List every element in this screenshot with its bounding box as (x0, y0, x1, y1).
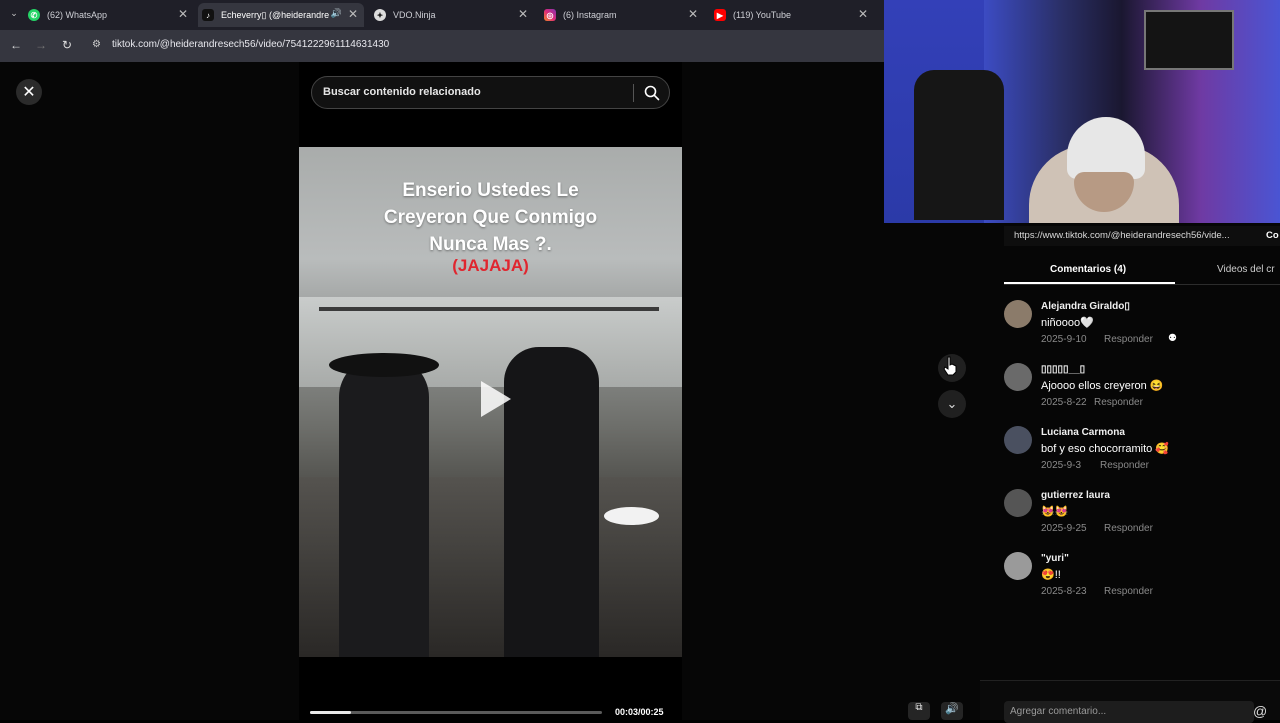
forward-icon[interactable]: → (33, 38, 49, 52)
white-hat (604, 507, 659, 525)
vdo-ninja-icon: ✦ (374, 9, 386, 21)
window-frame (319, 307, 659, 311)
comment-item: ▯▯▯▯▯__▯ Ajoooo ellos creyeron 😆 2025-8-… (1004, 363, 1274, 419)
video-caption-title: Enserio Ustedes Le Creyeron Que Conmigo … (383, 180, 598, 255)
tab-label: (119) YouTube (733, 10, 792, 20)
video-progress-fill (310, 711, 351, 714)
speaker-icon[interactable]: 🔊 (331, 8, 342, 19)
tab-search-chevron-icon[interactable]: ⌄ (6, 8, 22, 22)
comment-author[interactable]: Luciana Carmona (1041, 427, 1125, 438)
comment-author[interactable]: ▯▯▯▯▯__▯ (1041, 364, 1085, 375)
site-info-icon[interactable]: ⚙ (92, 39, 101, 50)
tab-close-icon[interactable]: ✕ (518, 7, 528, 21)
tab-creator-videos[interactable]: Videos del cr (1217, 264, 1275, 275)
whatsapp-icon: ✆ (28, 9, 40, 21)
share-link-row: https://www.tiktok.com/@heiderandresech5… (1004, 226, 1280, 246)
comment-text: 😍!! (1041, 569, 1061, 581)
tab-instagram[interactable]: ◎ (6) Instagram ✕ (538, 3, 704, 27)
hand-cursor-icon (943, 356, 957, 376)
search-input[interactable]: Buscar contenido relacionado (323, 86, 481, 98)
address-bar: ← → ↻ ⚙ tiktok.com/@heiderandresech56/vi… (0, 30, 884, 62)
tab-label: VDO.Ninja (393, 10, 436, 20)
tab-tiktok[interactable]: ♪ Echeverry▯ (@heiderandre 🔊 ✕ (198, 3, 364, 27)
tab-label: (6) Instagram (563, 10, 617, 20)
comment-text: bof y eso chocorramito 🥰 (1041, 443, 1170, 455)
webcam-overlay (884, 0, 1280, 223)
tab-close-icon[interactable]: ✕ (858, 7, 868, 21)
browser-tab-bar: ⌄ ✆ (62) WhatsApp ✕ ♪ Echeverry▯ (@heide… (0, 0, 884, 30)
comment-date: 2025-9-3 (1041, 460, 1082, 471)
video-player[interactable]: Enserio Ustedes Le Creyeron Que Conmigo … (299, 147, 682, 657)
volume-icon[interactable]: 🔊 (941, 702, 963, 720)
tab-close-icon[interactable]: ✕ (348, 7, 358, 21)
comment-item: Luciana Carmona bof y eso chocorramito 🥰… (1004, 426, 1274, 482)
avatar[interactable] (1004, 552, 1032, 580)
avatar[interactable] (1004, 300, 1032, 328)
search-icon[interactable] (643, 84, 661, 102)
comment-date: 2025-9-10 (1041, 334, 1087, 345)
share-link[interactable]: https://www.tiktok.com/@heiderandresech5… (1014, 230, 1230, 241)
comment-bar: Agregar comentario... (980, 680, 1280, 723)
webcam-poster (1144, 10, 1234, 70)
tab-vdo-ninja[interactable]: ✦ VDO.Ninja ✕ (368, 3, 534, 27)
tab-label: Echeverry▯ (@heiderandre (221, 9, 330, 20)
tab-comments[interactable]: Comentarios (4) (1050, 264, 1126, 275)
video-caption-laugh: (JAJAJA) (452, 256, 529, 275)
webcam-cap (1067, 117, 1145, 179)
cowboy-hat (329, 353, 439, 377)
search-divider (633, 84, 634, 102)
comment-author[interactable]: Alejandra Giraldo▯ (1041, 301, 1130, 312)
avatar[interactable] (1004, 489, 1032, 517)
tab-youtube[interactable]: ▶ (119) YouTube ✕ (708, 3, 874, 27)
video-progress-bar[interactable] (310, 711, 602, 714)
comment-date: 2025-8-23 (1041, 586, 1087, 597)
comment-item: "yuri" 😍!! 2025-8-23 Responder (1004, 552, 1274, 608)
close-button[interactable]: ✕ (16, 79, 42, 105)
reply-button[interactable]: Responder (1104, 523, 1153, 534)
back-icon[interactable]: ← (8, 38, 24, 52)
youtube-icon: ▶ (714, 9, 726, 21)
like-icon[interactable]: ⚉ (1168, 333, 1177, 344)
tab-close-icon[interactable]: ✕ (688, 7, 698, 21)
comment-date: 2025-9-25 (1041, 523, 1087, 534)
comment-item: Alejandra Giraldo▯ niñoooo🤍 2025-9-10 Re… (1004, 300, 1274, 356)
comment-author[interactable]: "yuri" (1041, 553, 1069, 564)
panel-tabs: Comentarios (4) Videos del cr (1004, 258, 1280, 285)
comment-text: niñoooo🤍 (1041, 317, 1094, 329)
next-video-button[interactable]: ⌄ (938, 390, 966, 418)
avatar[interactable] (1004, 363, 1032, 391)
url-field[interactable]: tiktok.com/@heiderandresech56/video/7541… (112, 39, 389, 50)
reply-button[interactable]: Responder (1104, 586, 1153, 597)
person-left (339, 357, 429, 657)
copy-link-button[interactable]: Co (1266, 230, 1279, 241)
picture-in-picture-icon[interactable]: ⧉ (908, 702, 930, 720)
related-search-box[interactable]: Buscar contenido relacionado (311, 76, 670, 109)
person-right (504, 347, 599, 657)
instagram-icon: ◎ (544, 9, 556, 21)
mention-icon[interactable]: @ (1253, 703, 1267, 719)
comment-date: 2025-8-22 (1041, 397, 1087, 408)
reload-icon[interactable]: ↻ (59, 38, 75, 52)
reply-button[interactable]: Responder (1094, 397, 1143, 408)
video-time: 00:03/00:25 (615, 707, 664, 717)
comment-author[interactable]: gutierrez laura (1041, 490, 1110, 501)
reply-button[interactable]: Responder (1104, 334, 1153, 345)
tab-whatsapp[interactable]: ✆ (62) WhatsApp ✕ (28, 3, 194, 27)
tiktok-icon: ♪ (202, 9, 214, 21)
tab-label: (62) WhatsApp (47, 10, 108, 20)
comment-placeholder: Agregar comentario... (1010, 706, 1107, 717)
play-icon[interactable] (471, 377, 515, 421)
comment-text: 😻😻 (1041, 506, 1069, 518)
reply-button[interactable]: Responder (1100, 460, 1149, 471)
avatar[interactable] (1004, 426, 1032, 454)
tab-close-icon[interactable]: ✕ (178, 7, 188, 21)
comment-text: Ajoooo ellos creyeron 😆 (1041, 380, 1164, 392)
webcam-chair (914, 70, 1004, 220)
tabs-divider (1004, 284, 1280, 285)
comment-item: gutierrez laura 😻😻 2025-9-25 Responder (1004, 489, 1274, 545)
